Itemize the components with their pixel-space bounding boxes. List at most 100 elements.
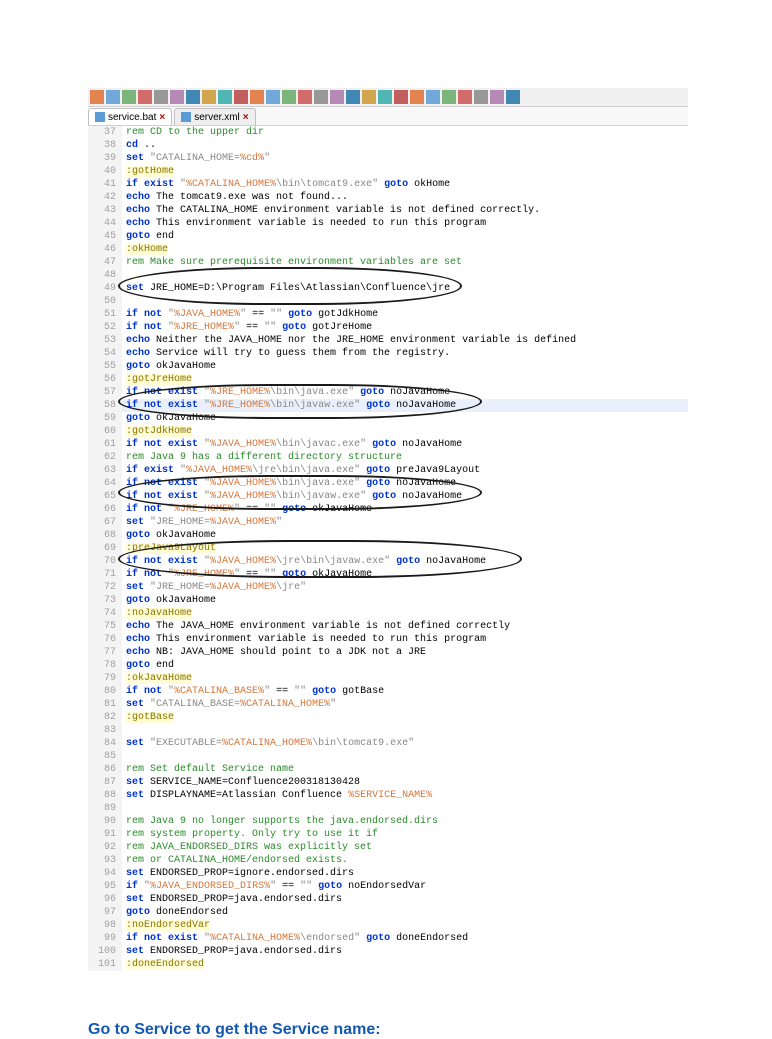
code-line[interactable]: 75echo The JAVA_HOME environment variabl…: [88, 620, 688, 633]
line-content[interactable]: set DISPLAYNAME=Atlassian Confluence %SE…: [122, 789, 432, 802]
line-content[interactable]: goto end: [122, 659, 174, 672]
line-content[interactable]: :gotBase: [122, 711, 174, 724]
code-line[interactable]: 98:noEndorsedVar: [88, 919, 688, 932]
code-line[interactable]: 76echo This environment variable is need…: [88, 633, 688, 646]
line-content[interactable]: [122, 295, 126, 308]
code-line[interactable]: 70if not exist "%JAVA_HOME%\jre\bin\java…: [88, 555, 688, 568]
line-content[interactable]: echo The CATALINA_HOME environment varia…: [122, 204, 540, 217]
code-line[interactable]: 62rem Java 9 has a different directory s…: [88, 451, 688, 464]
code-line[interactable]: 81set "CATALINA_BASE=%CATALINA_HOME%": [88, 698, 688, 711]
code-line[interactable]: 63if exist "%JAVA_HOME%\jre\bin\java.exe…: [88, 464, 688, 477]
line-content[interactable]: :gotHome: [122, 165, 174, 178]
line-content[interactable]: set ENDORSED_PROP=java.endorsed.dirs: [122, 945, 342, 958]
code-line[interactable]: 72set "JRE_HOME=%JAVA_HOME%\jre": [88, 581, 688, 594]
code-line[interactable]: 61if not exist "%JAVA_HOME%\bin\javac.ex…: [88, 438, 688, 451]
code-line[interactable]: 60:gotJdkHome: [88, 425, 688, 438]
bookmark-icon[interactable]: [458, 90, 472, 104]
close-icon[interactable]: ×: [243, 112, 249, 123]
line-content[interactable]: goto doneEndorsed: [122, 906, 228, 919]
zoom-out-icon[interactable]: [314, 90, 328, 104]
code-line[interactable]: 71if not "%JRE_HOME%" == "" goto okJavaH…: [88, 568, 688, 581]
code-line[interactable]: 97goto doneEndorsed: [88, 906, 688, 919]
run-icon[interactable]: [410, 90, 424, 104]
line-content[interactable]: set "JRE_HOME=%JAVA_HOME%": [122, 516, 282, 529]
code-line[interactable]: 39set "CATALINA_HOME=%cd%": [88, 152, 688, 165]
code-line[interactable]: 99if not exist "%CATALINA_HOME%\endorsed…: [88, 932, 688, 945]
code-line[interactable]: 64if not exist "%JAVA_HOME%\bin\java.exe…: [88, 477, 688, 490]
code-line[interactable]: 40:gotHome: [88, 165, 688, 178]
toggle-icon[interactable]: [442, 90, 456, 104]
code-line[interactable]: 53echo Neither the JAVA_HOME nor the JRE…: [88, 334, 688, 347]
line-content[interactable]: set ENDORSED_PROP=java.endorsed.dirs: [122, 893, 342, 906]
line-content[interactable]: if not "%JRE_HOME%" == "" goto okJavaHom…: [122, 568, 372, 581]
code-line[interactable]: 69:preJava9Layout: [88, 542, 688, 555]
code-line[interactable]: 38cd ..: [88, 139, 688, 152]
code-line[interactable]: 100set ENDORSED_PROP=java.endorsed.dirs: [88, 945, 688, 958]
line-content[interactable]: rem Java 9 has a different directory str…: [122, 451, 402, 464]
copy-icon[interactable]: [202, 90, 216, 104]
line-content[interactable]: goto okJavaHome: [122, 594, 216, 607]
line-content[interactable]: echo This environment variable is needed…: [122, 633, 486, 646]
line-content[interactable]: set ENDORSED_PROP=ignore.endorsed.dirs: [122, 867, 354, 880]
code-line[interactable]: 48: [88, 269, 688, 282]
code-line[interactable]: 92rem JAVA_ENDORSED_DIRS was explicitly …: [88, 841, 688, 854]
cut-icon[interactable]: [186, 90, 200, 104]
line-content[interactable]: :preJava9Layout: [122, 542, 216, 555]
line-content[interactable]: [122, 750, 126, 763]
line-content[interactable]: :doneEndorsed: [122, 958, 204, 971]
code-line[interactable]: 89: [88, 802, 688, 815]
save-icon[interactable]: [122, 90, 136, 104]
redo-icon[interactable]: [250, 90, 264, 104]
code-line[interactable]: 74:noJavaHome: [88, 607, 688, 620]
line-content[interactable]: echo The tomcat9.exe was not found...: [122, 191, 348, 204]
line-content[interactable]: if not "%JAVA_HOME%" == "" goto gotJdkHo…: [122, 308, 378, 321]
line-content[interactable]: if exist "%JAVA_HOME%\jre\bin\java.exe" …: [122, 464, 480, 477]
line-content[interactable]: set SERVICE_NAME=Confluence200318130428: [122, 776, 360, 789]
line-content[interactable]: if "%JAVA_ENDORSED_DIRS%" == "" goto noE…: [122, 880, 426, 893]
line-content[interactable]: if not exist "%JRE_HOME%\bin\java.exe" g…: [122, 386, 450, 399]
line-content[interactable]: echo Neither the JAVA_HOME nor the JRE_H…: [122, 334, 576, 347]
code-line[interactable]: 55goto okJavaHome: [88, 360, 688, 373]
line-content[interactable]: echo The JAVA_HOME environment variable …: [122, 620, 510, 633]
line-content[interactable]: set "CATALINA_HOME=%cd%": [122, 152, 270, 165]
print-icon[interactable]: [170, 90, 184, 104]
code-line[interactable]: 47rem Make sure prerequisite environment…: [88, 256, 688, 269]
code-line[interactable]: 73goto okJavaHome: [88, 594, 688, 607]
code-line[interactable]: 65if not exist "%JAVA_HOME%\bin\javaw.ex…: [88, 490, 688, 503]
code-line[interactable]: 68goto okJavaHome: [88, 529, 688, 542]
line-content[interactable]: rem CD to the upper dir: [122, 126, 264, 139]
close-icon[interactable]: ×: [159, 112, 165, 123]
close-icon[interactable]: [154, 90, 168, 104]
prev-bm-icon[interactable]: [490, 90, 504, 104]
line-content[interactable]: :okHome: [122, 243, 168, 256]
code-line[interactable]: 96set ENDORSED_PROP=java.endorsed.dirs: [88, 893, 688, 906]
code-line[interactable]: 82:gotBase: [88, 711, 688, 724]
line-content[interactable]: rem Make sure prerequisite environment v…: [122, 256, 462, 269]
code-line[interactable]: 52if not "%JRE_HOME%" == "" goto gotJreH…: [88, 321, 688, 334]
line-content[interactable]: echo NB: JAVA_HOME should point to a JDK…: [122, 646, 426, 659]
code-line[interactable]: 58if not exist "%JRE_HOME%\bin\javaw.exe…: [88, 399, 688, 412]
line-content[interactable]: if exist "%CATALINA_HOME%\bin\tomcat9.ex…: [122, 178, 450, 191]
code-line[interactable]: 93rem or CATALINA_HOME/endorsed exists.: [88, 854, 688, 867]
code-area[interactable]: 37rem CD to the upper dir38cd ..39set "C…: [88, 126, 688, 971]
line-content[interactable]: cd ..: [122, 139, 156, 152]
line-content[interactable]: set "EXECUTABLE=%CATALINA_HOME%\bin\tomc…: [122, 737, 414, 750]
code-line[interactable]: 94set ENDORSED_PROP=ignore.endorsed.dirs: [88, 867, 688, 880]
line-content[interactable]: echo This environment variable is needed…: [122, 217, 486, 230]
tab-server-xml[interactable]: server.xml×: [174, 108, 255, 125]
line-content[interactable]: [122, 724, 126, 737]
code-line[interactable]: 88set DISPLAYNAME=Atlassian Confluence %…: [88, 789, 688, 802]
code-line[interactable]: 67set "JRE_HOME=%JAVA_HOME%": [88, 516, 688, 529]
line-content[interactable]: if not exist "%JAVA_HOME%\jre\bin\javaw.…: [122, 555, 486, 568]
code-line[interactable]: 59goto okJavaHome: [88, 412, 688, 425]
stop-icon[interactable]: [426, 90, 440, 104]
code-line[interactable]: 46:okHome: [88, 243, 688, 256]
line-content[interactable]: rem JAVA_ENDORSED_DIRS was explicitly se…: [122, 841, 372, 854]
paste-icon[interactable]: [218, 90, 232, 104]
zoom-in-icon[interactable]: [298, 90, 312, 104]
code-line[interactable]: 83: [88, 724, 688, 737]
code-line[interactable]: 42echo The tomcat9.exe was not found...: [88, 191, 688, 204]
code-line[interactable]: 86rem Set default Service name: [88, 763, 688, 776]
code-line[interactable]: 85: [88, 750, 688, 763]
line-content[interactable]: set JRE_HOME=D:\Program Files\Atlassian\…: [122, 282, 450, 295]
